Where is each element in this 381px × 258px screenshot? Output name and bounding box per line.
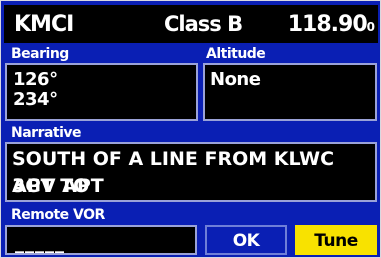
airspace-frequency: 118.900 — [287, 12, 375, 37]
airspace-info-page: KMCI Class B 118.900 Bearing 126° 234° A… — [0, 0, 381, 258]
title-bar: KMCI Class B 118.900 — [4, 5, 378, 43]
narrative-line-2: 3GV APT — [12, 175, 104, 197]
ok-button[interactable]: OK — [205, 225, 287, 255]
bearing-value-2: 234° — [13, 89, 58, 110]
altitude-label: Altitude — [206, 46, 266, 62]
airspace-identifier: KMCI — [14, 12, 74, 37]
frequency-value: 118.90 — [287, 12, 368, 37]
frequency-suffix: 0 — [366, 20, 375, 34]
bearing-value-1: 126° — [13, 69, 58, 90]
airspace-class: Class B — [164, 12, 243, 36]
altitude-field: None — [203, 63, 377, 121]
remote-vor-field[interactable]: _____ — [5, 225, 197, 255]
bearing-label: Bearing — [11, 46, 69, 62]
bearing-field: 126° 234° — [5, 63, 198, 121]
remote-vor-label: Remote VOR — [11, 207, 105, 223]
altitude-value: None — [210, 69, 261, 90]
remote-vor-value: _____ — [15, 233, 65, 254]
tune-button[interactable]: Tune — [295, 225, 377, 255]
narrative-field: SOUTH OF A LINE FROM KLWC APT TO 3GV APT — [5, 142, 377, 202]
narrative-label: Narrative — [11, 125, 82, 141]
